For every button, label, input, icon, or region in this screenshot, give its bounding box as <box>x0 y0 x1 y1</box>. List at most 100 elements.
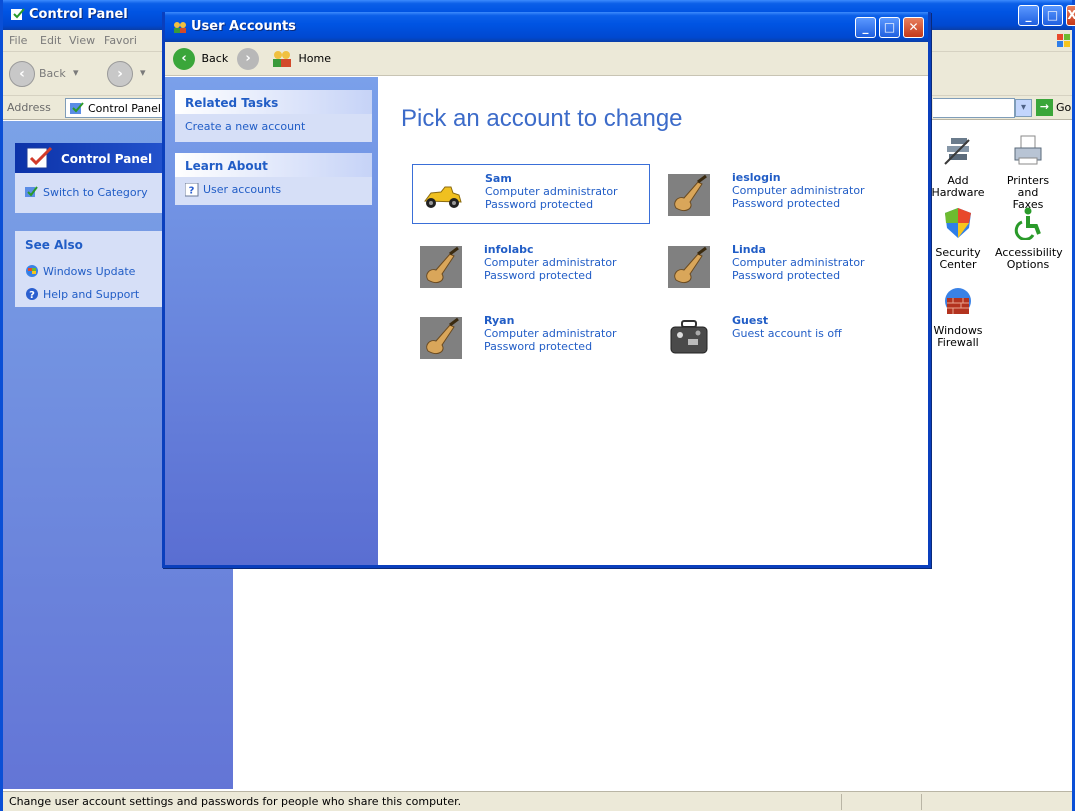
status-separator <box>921 794 922 810</box>
address-cp-icon <box>70 102 84 114</box>
account-name: Guest <box>732 314 769 327</box>
svg-text:?: ? <box>29 290 35 301</box>
address-field[interactable]: Control Panel <box>65 98 169 118</box>
accessibility-icon <box>1014 207 1041 241</box>
ua-toolbar: ‹ Back › Home <box>165 42 928 76</box>
account-name: Linda <box>732 243 766 256</box>
guitar-icon <box>668 246 710 288</box>
user-accounts-help-link[interactable]: ? User accounts <box>175 177 372 202</box>
cp-back-dropdown-icon[interactable]: ▾ <box>73 66 79 79</box>
account-name: Sam <box>485 172 512 185</box>
related-tasks-header: Related Tasks <box>175 90 372 114</box>
related-tasks-box: Related Tasks Create a new account <box>175 90 372 142</box>
printers-and-faxes-item[interactable]: Printers and Faxes <box>995 134 1061 211</box>
learn-about-header: Learn About <box>175 153 372 177</box>
account-name: infolabc <box>484 243 534 256</box>
page-title: Pick an account to change <box>401 105 683 132</box>
account-type: Computer administrator <box>732 256 865 269</box>
account-type: Computer administrator <box>484 327 617 340</box>
cp-header-icon <box>26 146 53 169</box>
race-car-icon <box>424 186 462 208</box>
learn-about-box: Learn About ? User accounts <box>175 153 372 205</box>
account-type: Guest account is off <box>732 327 842 340</box>
security-label-2: Center <box>939 258 977 271</box>
create-new-account-label: Create a new account <box>185 120 306 133</box>
account-tile-linda[interactable]: Linda Computer administrator Password pr… <box>660 236 898 296</box>
windows-firewall-item[interactable]: Windows Firewall <box>925 284 991 349</box>
add-hardware-label-2: Hardware <box>931 186 985 199</box>
cp-forward-arrow-icon[interactable]: › <box>107 61 133 87</box>
go-arrow-icon[interactable]: → <box>1036 99 1053 116</box>
account-status: Password protected <box>485 198 594 211</box>
address-label: Address <box>7 101 51 114</box>
cp-maximize-button[interactable]: □ <box>1042 5 1063 26</box>
back-arrow-icon: ‹ <box>173 48 195 70</box>
menu-file[interactable]: File <box>9 34 27 47</box>
windows-update-label: Windows Update <box>43 265 136 278</box>
account-type: Computer administrator <box>484 256 617 269</box>
cp-panel-title: Control Panel <box>61 152 153 166</box>
help-topic-icon: ? <box>185 183 199 197</box>
status-separator <box>841 794 842 810</box>
address-field-right[interactable] <box>933 98 1015 118</box>
ua-main-content: Pick an account to change Sam Computer a… <box>378 77 928 565</box>
address-dropdown-button[interactable]: ▾ <box>1015 99 1032 117</box>
ua-forward-button[interactable]: › <box>237 47 259 71</box>
account-tile-ieslogin[interactable]: ieslogin Computer administrator Password… <box>660 164 898 224</box>
switch-to-category-label: Switch to Category <box>43 186 148 199</box>
ua-close-button[interactable]: ✕ <box>903 17 924 38</box>
account-tile-guest[interactable]: Guest Guest account is off <box>660 307 898 367</box>
account-tile-infolabc[interactable]: infolabc Computer administrator Password… <box>412 236 650 296</box>
control-panel-title: Control Panel <box>29 7 128 22</box>
status-text: Change user account settings and passwor… <box>9 795 462 808</box>
ua-task-pane: Related Tasks Create a new account Learn… <box>165 77 378 565</box>
cp-status-bar: Change user account settings and passwor… <box>3 791 1072 811</box>
account-tile-ryan[interactable]: Ryan Computer administrator Password pro… <box>412 307 650 367</box>
printers-label-1: Printers and <box>1006 174 1050 199</box>
ua-back-label: Back <box>201 52 229 65</box>
printer-icon <box>1014 135 1042 165</box>
account-type: Computer administrator <box>732 184 865 197</box>
cp-minimize-button[interactable]: _ <box>1018 5 1039 26</box>
account-name: Ryan <box>484 314 515 327</box>
cp-forward-dropdown-icon[interactable]: ▾ <box>140 66 146 79</box>
ua-home-button[interactable]: Home <box>271 47 331 71</box>
suitcase-icon <box>670 320 708 354</box>
menu-favorites[interactable]: Favori <box>104 34 137 47</box>
go-label[interactable]: Go <box>1056 101 1071 114</box>
ua-maximize-button[interactable]: □ <box>879 17 900 38</box>
accessibility-label-2: Options <box>1006 258 1050 271</box>
guitar-icon <box>420 317 462 359</box>
windows-update-icon <box>26 265 38 277</box>
account-status: Password protected <box>484 340 593 353</box>
accessibility-options-item[interactable]: Accessibility Options <box>995 206 1063 271</box>
ua-home-label: Home <box>298 52 331 65</box>
account-tile-sam[interactable]: Sam Computer administrator Password prot… <box>412 164 650 224</box>
svg-text:?: ? <box>189 186 195 197</box>
ua-back-button[interactable]: ‹ Back <box>173 47 228 71</box>
menu-edit[interactable]: Edit <box>40 34 61 47</box>
firewall-label-2: Firewall <box>937 336 979 349</box>
user-accounts-titlebar[interactable]: User Accounts _ □ ✕ <box>165 12 928 42</box>
ua-minimize-button[interactable]: _ <box>855 17 876 38</box>
add-hardware-icon <box>944 138 970 165</box>
create-new-account-link[interactable]: Create a new account <box>175 114 372 139</box>
home-users-icon <box>273 51 291 67</box>
forward-arrow-icon: › <box>237 48 259 70</box>
cp-back-arrow-icon[interactable]: ‹ <box>9 61 35 87</box>
windows-logo-icon <box>1057 34 1070 47</box>
account-name: ieslogin <box>732 171 781 184</box>
cp-back-label[interactable]: Back <box>39 67 66 80</box>
cp-close-button[interactable]: X <box>1066 5 1075 26</box>
account-type: Computer administrator <box>485 185 618 198</box>
control-panel-icon <box>11 8 25 20</box>
user-accounts-window: User Accounts _ □ ✕ ‹ Back › Home Relate… <box>162 12 931 568</box>
account-status: Password protected <box>484 269 593 282</box>
add-hardware-item[interactable]: Add Hardware <box>925 134 991 199</box>
address-value: Control Panel <box>88 102 161 115</box>
firewall-icon <box>945 288 971 314</box>
account-status: Password protected <box>732 197 841 210</box>
security-center-item[interactable]: Security Center <box>925 206 991 271</box>
user-accounts-title: User Accounts <box>191 19 296 34</box>
menu-view[interactable]: View <box>69 34 95 47</box>
